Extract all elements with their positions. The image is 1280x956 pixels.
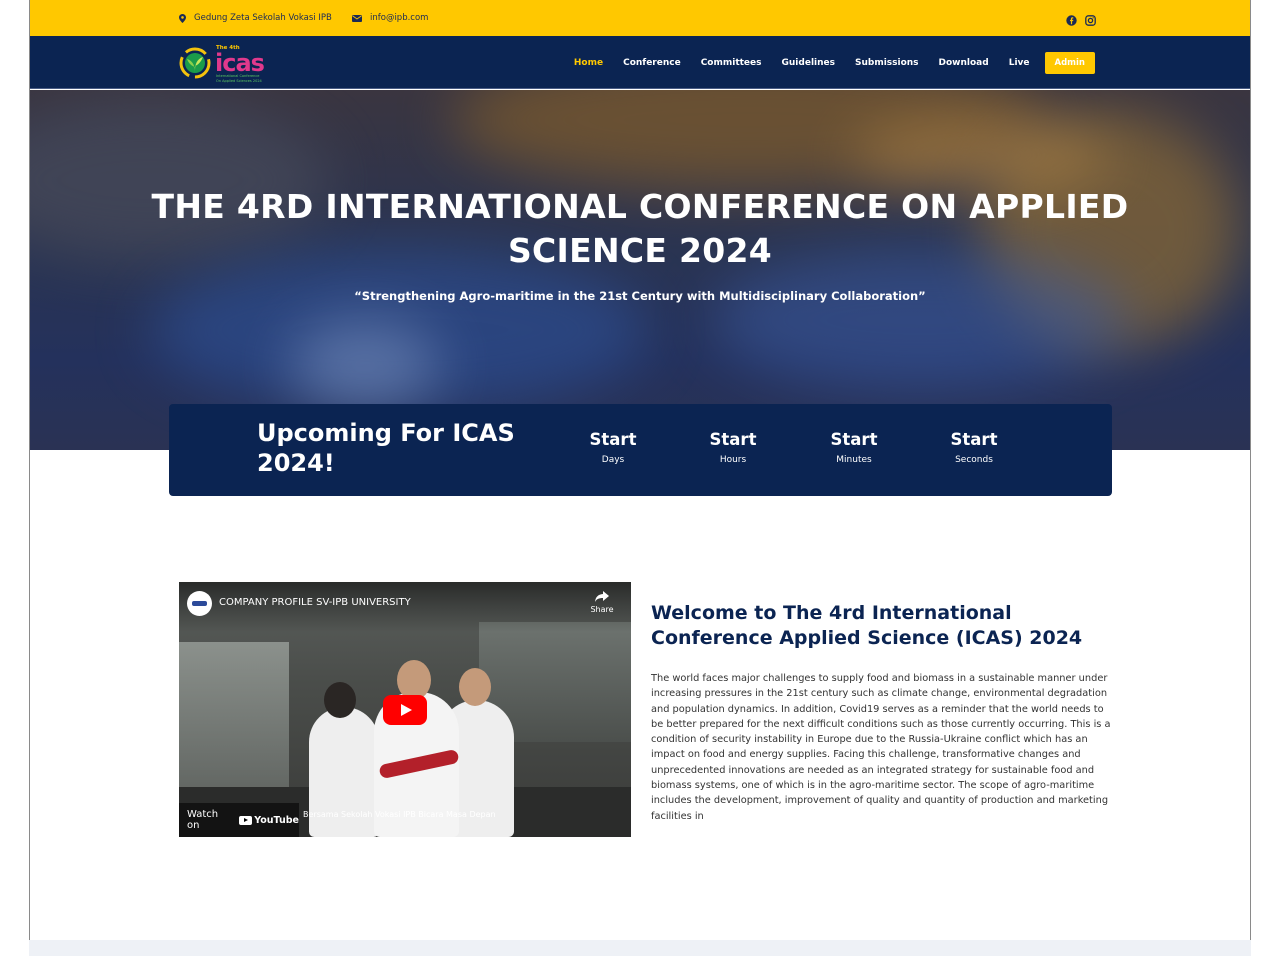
play-button[interactable] [383,695,427,725]
nav-submissions[interactable]: Submissions [855,58,919,68]
youtube-wordmark: YouTube [254,814,299,826]
channel-avatar[interactable] [187,591,212,616]
countdown-heading-line-1: Upcoming For ICAS [257,419,515,447]
nav-download[interactable]: Download [939,58,989,68]
countdown-label: Days [601,455,625,465]
location-pin-icon [179,13,186,23]
nav-home[interactable]: Home [574,58,603,68]
countdown-panel: Upcoming For ICAS 2024! Start Days Start… [169,404,1112,496]
page-frame: Gedung Zeta Sekolah Vokasi IPB info@ipb.… [29,0,1251,940]
hero-title-line-1: THE 4RD INTERNATIONAL CONFERENCE ON APPL… [151,187,1129,226]
countdown-minutes: Start Minutes [809,430,899,465]
hero-subtitle: “Strengthening Agro-maritime in the 21st… [354,289,926,303]
facebook-icon[interactable] [1066,11,1077,26]
youtube-logo: YouTube [239,815,299,826]
watch-on-label: Watch on [187,809,219,831]
countdown-value: Start [589,430,637,449]
countdown-label: Minutes [836,455,872,465]
icas-logo[interactable]: The 4th icas International Conference On… [179,42,279,84]
social-links [1066,11,1096,26]
countdown-heading: Upcoming For ICAS 2024! [257,418,537,478]
share-label: Share [590,605,614,614]
footer-strip [29,940,1251,956]
admin-button[interactable]: Admin [1044,51,1095,74]
logo-tag-2: On Applied Sciences 2024 [216,79,263,83]
hero-bg-blur [290,320,440,410]
video-title[interactable]: COMPANY PROFILE SV-IPB UNIVERSITY [219,597,411,608]
instagram-icon[interactable] [1085,11,1096,26]
countdown-heading-line-2: 2024! [257,449,335,477]
top-contact-bar: Gedung Zeta Sekolah Vokasi IPB info@ipb.… [30,0,1250,36]
countdown-value: Start [950,430,998,449]
primary-nav: Home Conference Committees Guidelines Su… [554,36,1095,89]
email-text[interactable]: info@ipb.com [370,13,428,23]
address-contact: Gedung Zeta Sekolah Vokasi IPB [179,0,332,36]
main-navbar: The 4th icas International Conference On… [30,36,1250,89]
envelope-icon [352,14,362,22]
welcome-body: The world faces major challenges to supp… [651,673,1111,822]
logo-tag-1: International Conference [216,74,259,78]
share-button[interactable]: Share [587,591,617,614]
countdown-hours: Start Hours [688,430,778,465]
hero-title: THE 4RD INTERNATIONAL CONFERENCE ON APPL… [30,185,1250,273]
youtube-icon [239,815,253,825]
hero-banner: THE 4RD INTERNATIONAL CONFERENCE ON APPL… [30,90,1250,450]
address-text: Gedung Zeta Sekolah Vokasi IPB [194,13,332,23]
countdown-label: Seconds [955,455,993,465]
welcome-section: Welcome to The 4rd International Confere… [651,601,1111,824]
email-contact[interactable]: info@ipb.com [352,0,428,36]
video-frame-person [324,682,356,718]
hero-bg-blur [850,120,1110,190]
nav-conference[interactable]: Conference [623,58,681,68]
countdown-value: Start [830,430,878,449]
countdown-seconds: Start Seconds [929,430,1019,465]
nav-guidelines[interactable]: Guidelines [782,58,835,68]
welcome-heading: Welcome to The 4rd International Confere… [651,602,1083,649]
countdown-label: Hours [719,455,747,465]
countdown-value: Start [709,430,757,449]
video-frame-person [459,668,491,706]
video-caption: Bersama Sekolah Vokasi IPB Bicara Masa D… [303,810,496,819]
logo-main-text: icas [215,49,265,77]
share-icon [595,591,609,602]
video-frame-person [397,660,431,700]
hero-title-line-2: SCIENCE 2024 [507,231,773,270]
nav-live[interactable]: Live [1009,58,1030,68]
video-frame-scene [179,642,289,792]
youtube-video-embed[interactable]: COMPANY PROFILE SV-IPB UNIVERSITY Share … [179,582,631,837]
watch-on-youtube-link[interactable]: Watch on YouTube [179,803,299,837]
countdown-days: Start Days [568,430,658,465]
nav-committees[interactable]: Committees [701,58,762,68]
